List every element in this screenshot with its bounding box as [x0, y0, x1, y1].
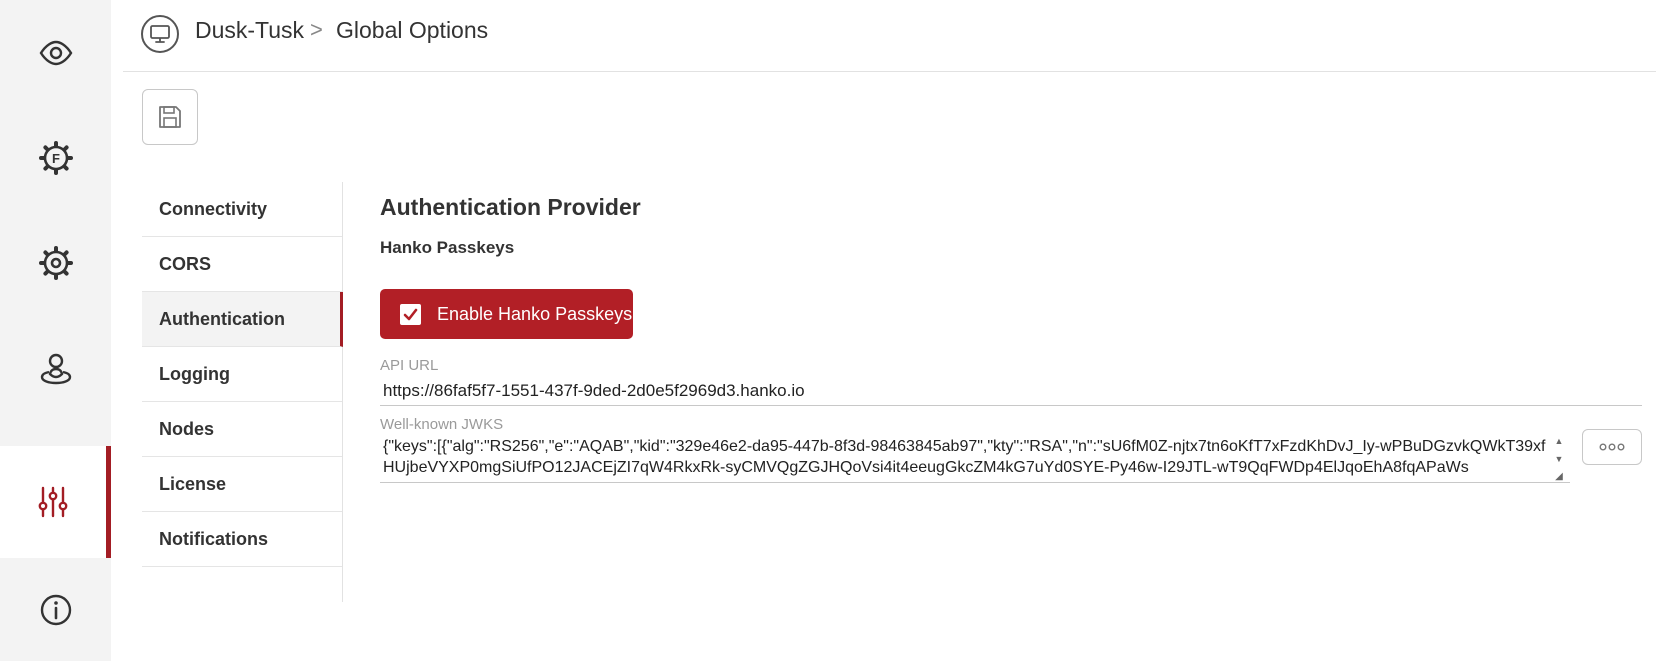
- user-pin-icon: [40, 353, 71, 384]
- api-url-input[interactable]: [380, 376, 1642, 406]
- settings-nav: Connectivity CORS Authentication Logging…: [142, 182, 343, 602]
- nav-item-authentication[interactable]: Authentication: [142, 292, 343, 347]
- breadcrumb-page: Global Options: [336, 17, 489, 43]
- scroll-up-icon[interactable]: ▲: [1555, 436, 1564, 446]
- f-gear-icon: F: [38, 140, 73, 175]
- rail-item-settings[interactable]: [0, 210, 111, 315]
- nav-item-logging[interactable]: Logging: [142, 347, 342, 402]
- info-icon: [40, 594, 71, 625]
- rail-item-about[interactable]: [0, 558, 111, 661]
- nav-item-license[interactable]: License: [142, 457, 342, 512]
- nav-item-connectivity[interactable]: Connectivity: [142, 182, 342, 237]
- jwks-label: Well-known JWKS: [380, 416, 504, 433]
- jwks-textarea[interactable]: {"keys":[{"alg":"RS256","e":"AQAB","kid"…: [380, 436, 1570, 483]
- rail-item-monitor[interactable]: [0, 0, 111, 105]
- icon-rail: F: [0, 0, 111, 661]
- more-dots-icon: [1599, 443, 1625, 451]
- rail-item-functions[interactable]: F: [0, 105, 111, 210]
- eye-icon: [39, 40, 72, 65]
- section-title: Authentication Provider: [380, 194, 641, 220]
- scroll-down-icon[interactable]: ▼: [1555, 454, 1564, 464]
- textarea-scrollbar[interactable]: ▲ ▼ ◢: [1552, 436, 1566, 482]
- resize-handle-icon[interactable]: ◢: [1555, 471, 1563, 482]
- api-url-label: API URL: [380, 357, 439, 374]
- enable-hanko-toggle[interactable]: Enable Hanko Passkeys: [380, 289, 633, 339]
- monitor-icon: [141, 15, 179, 53]
- nav-item-nodes[interactable]: Nodes: [142, 402, 342, 457]
- checkbox[interactable]: [400, 303, 421, 325]
- more-options-button[interactable]: [1582, 429, 1642, 465]
- gear-icon: [38, 245, 73, 280]
- save-button[interactable]: [142, 89, 198, 145]
- sliders-icon: [38, 486, 68, 518]
- breadcrumb-app[interactable]: Dusk-Tusk: [195, 17, 304, 44]
- nav-item-notifications[interactable]: Notifications: [142, 512, 342, 567]
- save-icon: [159, 106, 181, 128]
- page-header: Dusk-Tusk > Global Options: [123, 0, 1656, 72]
- toggle-label: Enable Hanko Passkeys: [437, 303, 633, 324]
- jwks-value: {"keys":[{"alg":"RS256","e":"AQAB","kid"…: [383, 438, 1546, 476]
- rail-item-users[interactable]: [0, 315, 111, 420]
- nav-item-cors[interactable]: CORS: [142, 237, 342, 292]
- provider-subtitle: Hanko Passkeys: [380, 238, 515, 257]
- breadcrumb-separator: >: [310, 17, 323, 42]
- checkmark-icon: [403, 308, 418, 320]
- rail-item-global-options[interactable]: [0, 446, 111, 558]
- svg-text:F: F: [52, 151, 60, 166]
